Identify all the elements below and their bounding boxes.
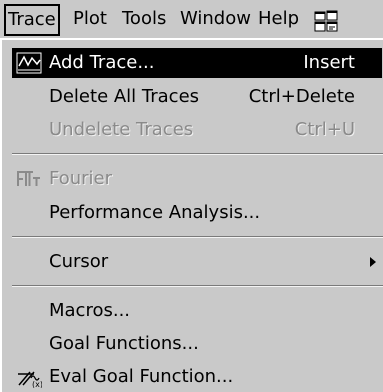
eval-goal-function-label: Eval Goal Function... [49, 366, 234, 387]
delete-all-traces-shortcut: Ctrl+Delete [248, 86, 355, 107]
add-trace-label: Add Trace... [49, 52, 155, 73]
eval-goal-function-icon: (x) [18, 371, 42, 388]
delete-all-traces-label: Delete All Traces [49, 86, 200, 107]
menu-item-eval-goal-function[interactable]: (x) Eval Goal Function... [12, 362, 382, 392]
menu-window-label: Window [180, 8, 251, 29]
add-trace-icon [16, 52, 42, 74]
fourier-label: Fourier [49, 168, 113, 189]
window-grid-icon[interactable] [314, 10, 338, 32]
menu-item-macros[interactable]: Macros... [12, 296, 382, 326]
trace-dropdown-menu: Add Trace... Insert Delete All Traces Ct… [0, 38, 383, 392]
undelete-traces-label: Undelete Traces [49, 119, 194, 140]
menu-trace-label: Trace [8, 9, 56, 30]
menu-help[interactable]: Help [258, 5, 299, 33]
menu-plot-label: Plot [73, 8, 107, 29]
menu-item-fourier[interactable]: Fourier [12, 164, 382, 194]
goal-functions-label: Goal Functions... [49, 333, 199, 354]
menu-item-cursor[interactable]: Cursor [12, 247, 382, 277]
menu-item-undelete-traces[interactable]: Undelete Traces Ctrl+U [12, 115, 382, 145]
menu-trace[interactable]: Trace [4, 4, 60, 36]
menu-bar: Trace Plot Tools Window Help [0, 0, 383, 38]
menu-window[interactable]: Window [180, 5, 251, 33]
fourier-icon [17, 171, 40, 186]
svg-text:(x): (x) [32, 380, 42, 388]
menu-separator [12, 236, 383, 238]
menu-item-goal-functions[interactable]: Goal Functions... [12, 329, 382, 359]
macros-label: Macros... [49, 300, 131, 321]
menu-plot[interactable]: Plot [73, 5, 107, 33]
menu-tools-label: Tools [122, 8, 167, 29]
menu-separator [12, 153, 383, 155]
menu-help-label: Help [258, 8, 300, 29]
submenu-arrow-icon [370, 257, 376, 267]
menu-item-add-trace[interactable]: Add Trace... Insert [12, 48, 382, 78]
add-trace-shortcut: Insert [303, 52, 355, 73]
menu-tools[interactable]: Tools [122, 5, 166, 33]
undelete-traces-shortcut: Ctrl+U [294, 119, 355, 140]
menu-item-delete-all-traces[interactable]: Delete All Traces Ctrl+Delete [12, 82, 382, 112]
menu-separator [12, 285, 383, 287]
cursor-label: Cursor [49, 251, 109, 272]
performance-analysis-label: Performance Analysis... [49, 202, 261, 223]
menu-item-performance-analysis[interactable]: Performance Analysis... [12, 198, 382, 228]
